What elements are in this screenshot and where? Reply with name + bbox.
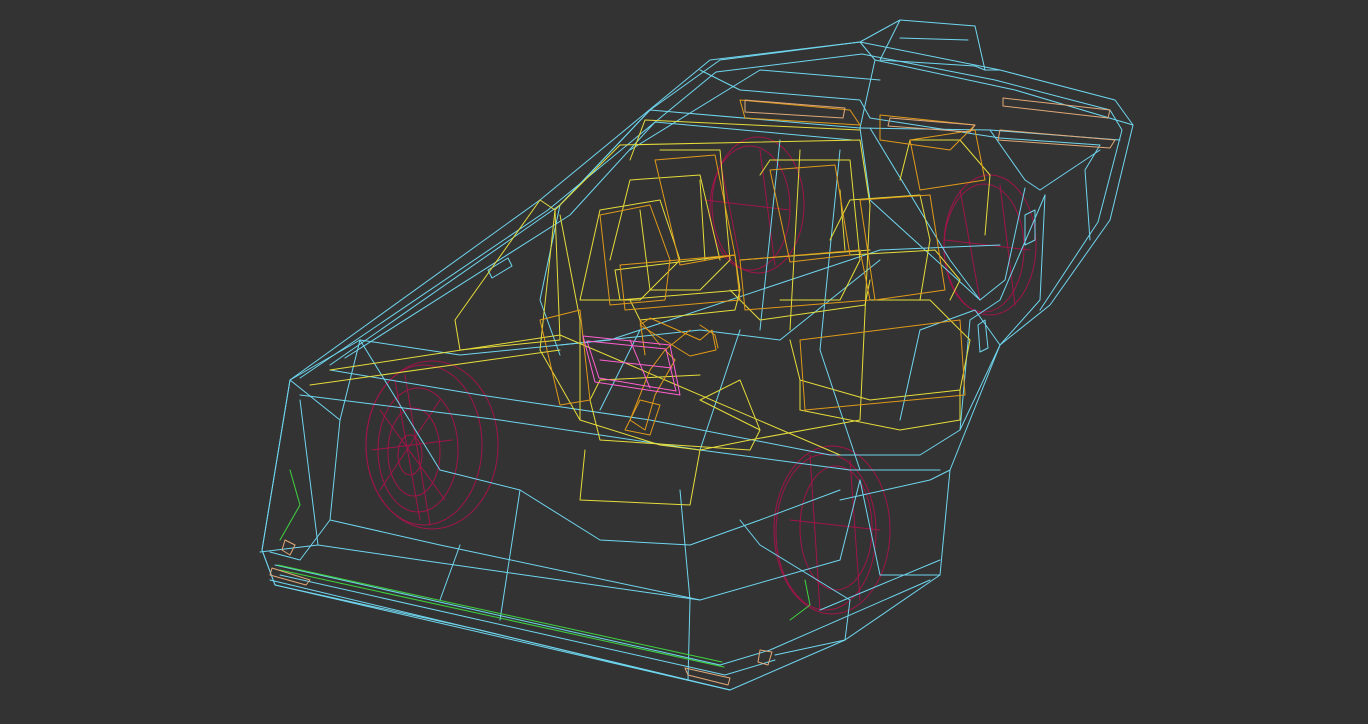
3d-viewport[interactable] [0,0,1368,724]
wheels-wireframe [365,136,1037,615]
rear-left-wheel [704,136,805,274]
vehicle-wireframe-model[interactable] [0,0,1368,724]
interior-wireframe [309,119,991,506]
front-trim-wireframe [277,469,811,668]
front-left-wheel [365,360,499,530]
